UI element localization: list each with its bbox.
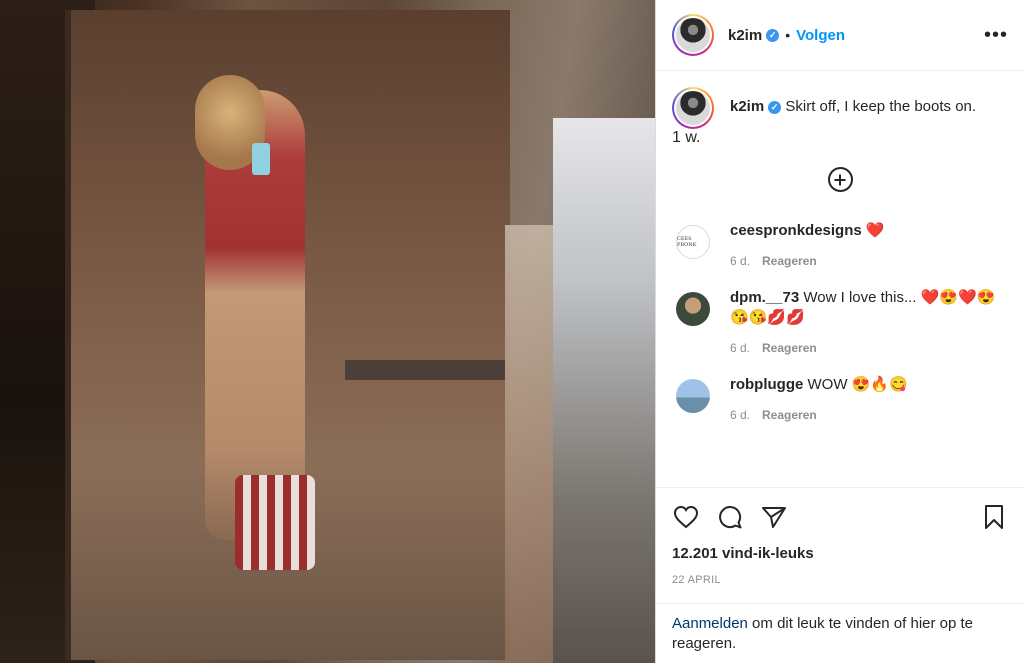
plus-circle-icon[interactable] bbox=[827, 167, 853, 192]
follow-button[interactable]: Volgen bbox=[796, 27, 845, 44]
load-more-comments bbox=[672, 167, 1008, 215]
caption-text: Skirt off, I keep the boots on. bbox=[785, 98, 977, 115]
author-username[interactable]: k2im ✓ bbox=[728, 27, 780, 44]
verified-badge-icon: ✓ bbox=[768, 100, 782, 114]
commenter-username[interactable]: dpm.__73 bbox=[730, 289, 799, 306]
comments-section: k2im ✓ Skirt off, I keep the boots on. 1 … bbox=[656, 71, 1024, 487]
post-date[interactable]: 22 APRIL bbox=[656, 574, 1024, 586]
likes-count[interactable]: 12.201 vind-ik-leuks bbox=[656, 545, 1024, 562]
commenter-username[interactable]: robplugge bbox=[730, 376, 803, 393]
verified-badge-icon: ✓ bbox=[766, 29, 780, 43]
comment-age: 6 d. bbox=[730, 254, 751, 268]
comment-age: 6 d. bbox=[730, 341, 751, 355]
commenter-avatar[interactable]: CEES PRONK bbox=[676, 225, 710, 259]
photo-table bbox=[345, 360, 505, 380]
reply-button[interactable]: Reageren bbox=[762, 341, 817, 355]
separator-dot: • bbox=[785, 27, 791, 43]
commenter-avatar[interactable] bbox=[676, 292, 710, 326]
caption-avatar[interactable] bbox=[672, 87, 714, 129]
heart-icon[interactable] bbox=[672, 503, 700, 531]
login-prompt: Aanmelden om dit leuk te vinden of hier … bbox=[656, 603, 1024, 663]
author-avatar[interactable] bbox=[672, 14, 714, 56]
post-header: k2im ✓ • Volgen ••• bbox=[656, 0, 1024, 71]
comment-text: WOW 😍🔥😋 bbox=[807, 376, 908, 393]
comment-item: robplugge WOW 😍🔥😋 6 d. Reageren bbox=[672, 375, 1008, 425]
bookmark-icon[interactable] bbox=[980, 503, 1008, 531]
comment-item: dpm.__73 Wow I love this... ❤️😍❤️😍😘😘💋💋 6… bbox=[672, 288, 1008, 358]
caption-username[interactable]: k2im ✓ bbox=[730, 98, 782, 115]
post-photo[interactable] bbox=[0, 0, 655, 663]
comment-age: 6 d. bbox=[730, 408, 751, 422]
comment-item: CEES PRONK ceespronkdesigns ❤️ 6 d. Reage… bbox=[672, 221, 1008, 271]
photo-glass-panel bbox=[505, 225, 553, 663]
post-caption: k2im ✓ Skirt off, I keep the boots on. bbox=[672, 87, 1008, 129]
reply-button[interactable]: Reageren bbox=[762, 254, 817, 268]
commenter-username[interactable]: ceespronkdesigns bbox=[730, 222, 862, 239]
login-link[interactable]: Aanmelden bbox=[672, 615, 748, 632]
more-options-icon[interactable]: ••• bbox=[984, 24, 1008, 47]
comment-icon[interactable] bbox=[716, 503, 744, 531]
photo-mirror bbox=[553, 118, 655, 663]
comment-text: ❤️ bbox=[865, 222, 885, 239]
action-bar bbox=[656, 487, 1024, 545]
post-side-panel: k2im ✓ • Volgen ••• k2im ✓ Skirt off, I ke… bbox=[655, 0, 1024, 663]
commenter-avatar[interactable] bbox=[676, 379, 710, 413]
photo-phone bbox=[252, 143, 270, 175]
caption-age: 1 w. bbox=[672, 129, 701, 146]
photo-boots bbox=[235, 475, 315, 570]
share-icon[interactable] bbox=[760, 503, 788, 531]
reply-button[interactable]: Reageren bbox=[762, 408, 817, 422]
